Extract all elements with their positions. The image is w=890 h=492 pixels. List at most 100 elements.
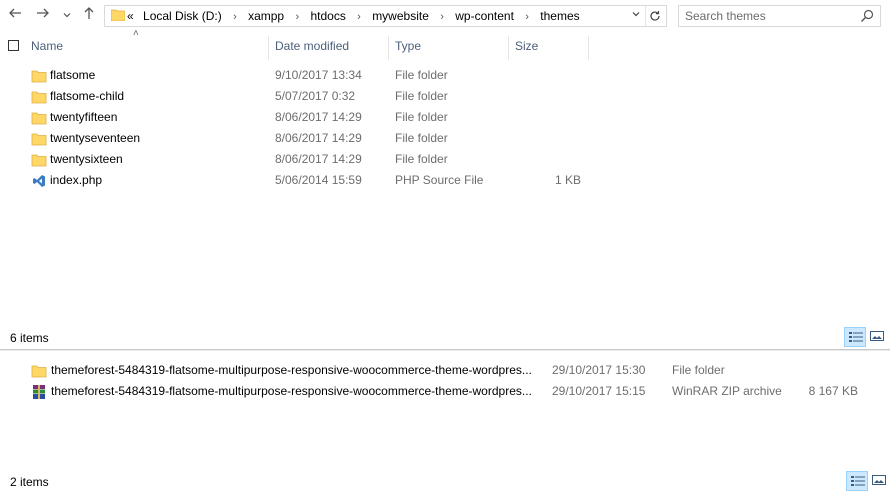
arrow-right-icon bbox=[37, 8, 49, 18]
large-icons-view-icon bbox=[870, 331, 884, 341]
search-input[interactable] bbox=[685, 8, 855, 24]
column-type[interactable]: Type bbox=[395, 34, 507, 59]
file-size bbox=[515, 149, 581, 170]
file-name: twentyseventeen bbox=[50, 131, 141, 145]
column-divider[interactable] bbox=[588, 36, 589, 60]
list-item[interactable]: index.php 5/06/2014 15:59 PHP Source Fil… bbox=[0, 170, 890, 191]
breadcrumb-separator[interactable]: › bbox=[525, 7, 529, 27]
file-date: 5/07/2017 0:32 bbox=[275, 89, 356, 103]
file-size bbox=[515, 107, 581, 128]
status-item-count: 6 items bbox=[10, 331, 49, 345]
breadcrumb-mywebsite[interactable]: mywebsite bbox=[372, 6, 429, 26]
file-type: File folder bbox=[395, 89, 448, 103]
search-box[interactable] bbox=[678, 5, 881, 27]
file-type: File folder bbox=[672, 363, 725, 377]
breadcrumb-local-disk[interactable]: Local Disk (D:) bbox=[143, 6, 222, 26]
php-file-icon bbox=[33, 175, 45, 187]
column-name[interactable]: Name bbox=[31, 34, 267, 59]
column-header: ˄ Name Date modified Type Size bbox=[0, 28, 890, 60]
file-size bbox=[515, 65, 581, 86]
back-button[interactable] bbox=[6, 6, 24, 24]
folder-icon bbox=[31, 133, 47, 146]
list-item[interactable]: flatsome 9/10/2017 13:34 File folder bbox=[0, 65, 890, 86]
file-date: 29/10/2017 15:15 bbox=[552, 384, 646, 398]
file-type: File folder bbox=[395, 68, 448, 82]
list-item[interactable]: flatsome-child 5/07/2017 0:32 File folde… bbox=[0, 86, 890, 107]
file-name: themeforest-5484319-flatsome-multipurpos… bbox=[51, 384, 532, 398]
file-type: File folder bbox=[395, 110, 448, 124]
file-name: twentyfifteen bbox=[50, 110, 118, 124]
chevron-down-icon bbox=[63, 13, 71, 18]
breadcrumb-separator[interactable]: › bbox=[233, 7, 237, 27]
file-date: 8/06/2017 14:29 bbox=[275, 131, 362, 145]
address-history-button[interactable] bbox=[628, 6, 644, 26]
column-divider[interactable] bbox=[268, 36, 269, 60]
list-item[interactable]: twentyfifteen 8/06/2017 14:29 File folde… bbox=[0, 107, 890, 128]
details-view-button[interactable] bbox=[846, 471, 868, 491]
winrar-archive-icon bbox=[33, 385, 45, 399]
column-date-modified[interactable]: Date modified bbox=[275, 34, 385, 59]
breadcrumb-themes[interactable]: themes bbox=[540, 6, 579, 26]
file-type: File folder bbox=[395, 131, 448, 145]
select-all-checkbox[interactable] bbox=[8, 40, 19, 51]
file-type: PHP Source File bbox=[395, 173, 484, 187]
file-date: 5/06/2014 15:59 bbox=[275, 173, 362, 187]
details-view-icon bbox=[851, 476, 865, 486]
breadcrumb-xampp[interactable]: xampp bbox=[248, 6, 284, 26]
folder-icon bbox=[31, 70, 47, 83]
arrow-up-icon bbox=[84, 7, 94, 19]
breadcrumb-wp-content[interactable]: wp-content bbox=[455, 6, 514, 26]
list-item[interactable]: themeforest-5484319-flatsome-multipurpos… bbox=[0, 360, 890, 381]
large-icons-view-icon bbox=[872, 475, 886, 485]
file-date: 8/06/2017 14:29 bbox=[275, 110, 362, 124]
file-date: 29/10/2017 15:30 bbox=[552, 363, 646, 377]
address-bar[interactable]: « Local Disk (D:) › xampp › htdocs › myw… bbox=[104, 5, 667, 27]
breadcrumb-separator[interactable]: › bbox=[357, 7, 361, 27]
large-icons-view-button[interactable] bbox=[868, 471, 890, 491]
folder-icon bbox=[31, 154, 47, 167]
file-name: twentysixteen bbox=[50, 152, 123, 166]
folder-icon bbox=[31, 91, 47, 104]
column-divider[interactable] bbox=[508, 36, 509, 60]
file-size bbox=[515, 128, 581, 149]
column-divider[interactable] bbox=[388, 36, 389, 60]
breadcrumb: « Local Disk (D:) › xampp › htdocs › myw… bbox=[127, 6, 580, 26]
list-item[interactable]: twentyseventeen 8/06/2017 14:29 File fol… bbox=[0, 128, 890, 149]
breadcrumb-htdocs[interactable]: htdocs bbox=[310, 6, 345, 26]
file-date: 8/06/2017 14:29 bbox=[275, 152, 362, 166]
refresh-button[interactable] bbox=[645, 6, 664, 26]
file-size: 8 167 KB bbox=[808, 384, 858, 398]
file-name: flatsome-child bbox=[50, 89, 125, 103]
details-view-icon bbox=[849, 332, 863, 342]
folder-icon bbox=[31, 365, 47, 378]
large-icons-view-button[interactable] bbox=[866, 327, 888, 347]
file-name: flatsome bbox=[50, 68, 96, 82]
details-view-button[interactable] bbox=[844, 327, 866, 347]
folder-icon bbox=[111, 9, 125, 21]
chevron-down-icon bbox=[632, 12, 640, 17]
view-switcher bbox=[844, 327, 888, 347]
explorer-window-themes: « Local Disk (D:) › xampp › htdocs › myw… bbox=[0, 0, 890, 350]
view-switcher bbox=[846, 471, 890, 491]
list-item[interactable]: themeforest-5484319-flatsome-multipurpos… bbox=[0, 381, 890, 402]
list-item[interactable]: twentysixteen 8/06/2017 14:29 File folde… bbox=[0, 149, 890, 170]
file-size bbox=[515, 86, 581, 107]
up-button[interactable] bbox=[80, 6, 98, 24]
breadcrumb-overflow[interactable]: « bbox=[127, 6, 134, 26]
folder-icon bbox=[31, 112, 47, 125]
file-size: 1 KB bbox=[554, 173, 581, 187]
arrow-left-icon bbox=[9, 8, 21, 18]
explorer-window-downloads: themeforest-5484319-flatsome-multipurpos… bbox=[0, 351, 890, 492]
file-name: themeforest-5484319-flatsome-multipurpos… bbox=[51, 363, 532, 377]
forward-button[interactable] bbox=[34, 6, 52, 24]
search-icon bbox=[861, 9, 874, 22]
status-item-count: 2 items bbox=[10, 475, 49, 489]
file-type: WinRAR ZIP archive bbox=[672, 384, 782, 398]
breadcrumb-separator[interactable]: › bbox=[295, 7, 299, 27]
column-size[interactable]: Size bbox=[515, 34, 585, 59]
file-size bbox=[792, 360, 858, 381]
file-name: index.php bbox=[50, 173, 103, 187]
breadcrumb-separator[interactable]: › bbox=[440, 7, 444, 27]
file-date: 9/10/2017 13:34 bbox=[275, 68, 362, 82]
recent-locations-button[interactable] bbox=[60, 6, 74, 24]
